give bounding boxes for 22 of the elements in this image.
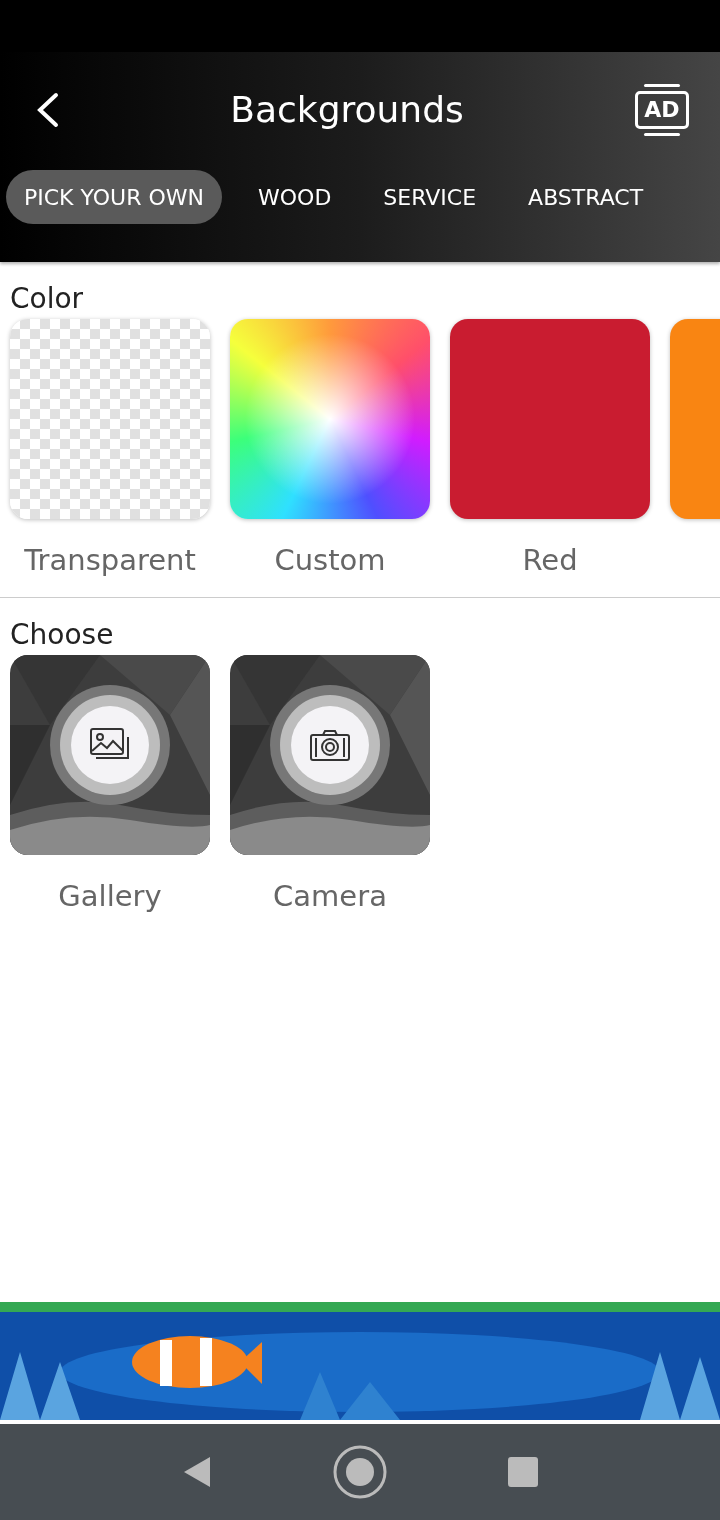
swatch-label: Red bbox=[522, 543, 578, 577]
category-tab[interactable]: ABSTRACT bbox=[510, 170, 662, 224]
screen-title: Backgrounds bbox=[230, 89, 464, 130]
source-tile[interactable] bbox=[230, 655, 430, 855]
color-swatch[interactable] bbox=[230, 319, 430, 519]
camera-icon bbox=[310, 729, 350, 761]
source-label: Camera bbox=[273, 879, 387, 913]
section-title: Color bbox=[9, 281, 85, 317]
back-icon[interactable] bbox=[36, 91, 60, 128]
home-nav-icon[interactable] bbox=[332, 1444, 388, 1500]
source-label: Gallery bbox=[58, 879, 162, 913]
category-tab[interactable]: SERVICE bbox=[365, 170, 495, 224]
gallery-icon bbox=[90, 728, 130, 762]
back-nav-icon[interactable] bbox=[182, 1455, 212, 1489]
source-tile[interactable] bbox=[10, 655, 210, 855]
color-swatch[interactable] bbox=[450, 319, 650, 519]
swatch-label: Transparent bbox=[24, 543, 196, 577]
color-swatch[interactable] bbox=[10, 319, 210, 519]
category-tab[interactable]: PICK YOUR OWN bbox=[6, 170, 222, 224]
swatch-label: Custom bbox=[274, 543, 386, 577]
section-title: Choose bbox=[9, 617, 115, 653]
category-tab[interactable]: WOOD bbox=[240, 170, 350, 224]
